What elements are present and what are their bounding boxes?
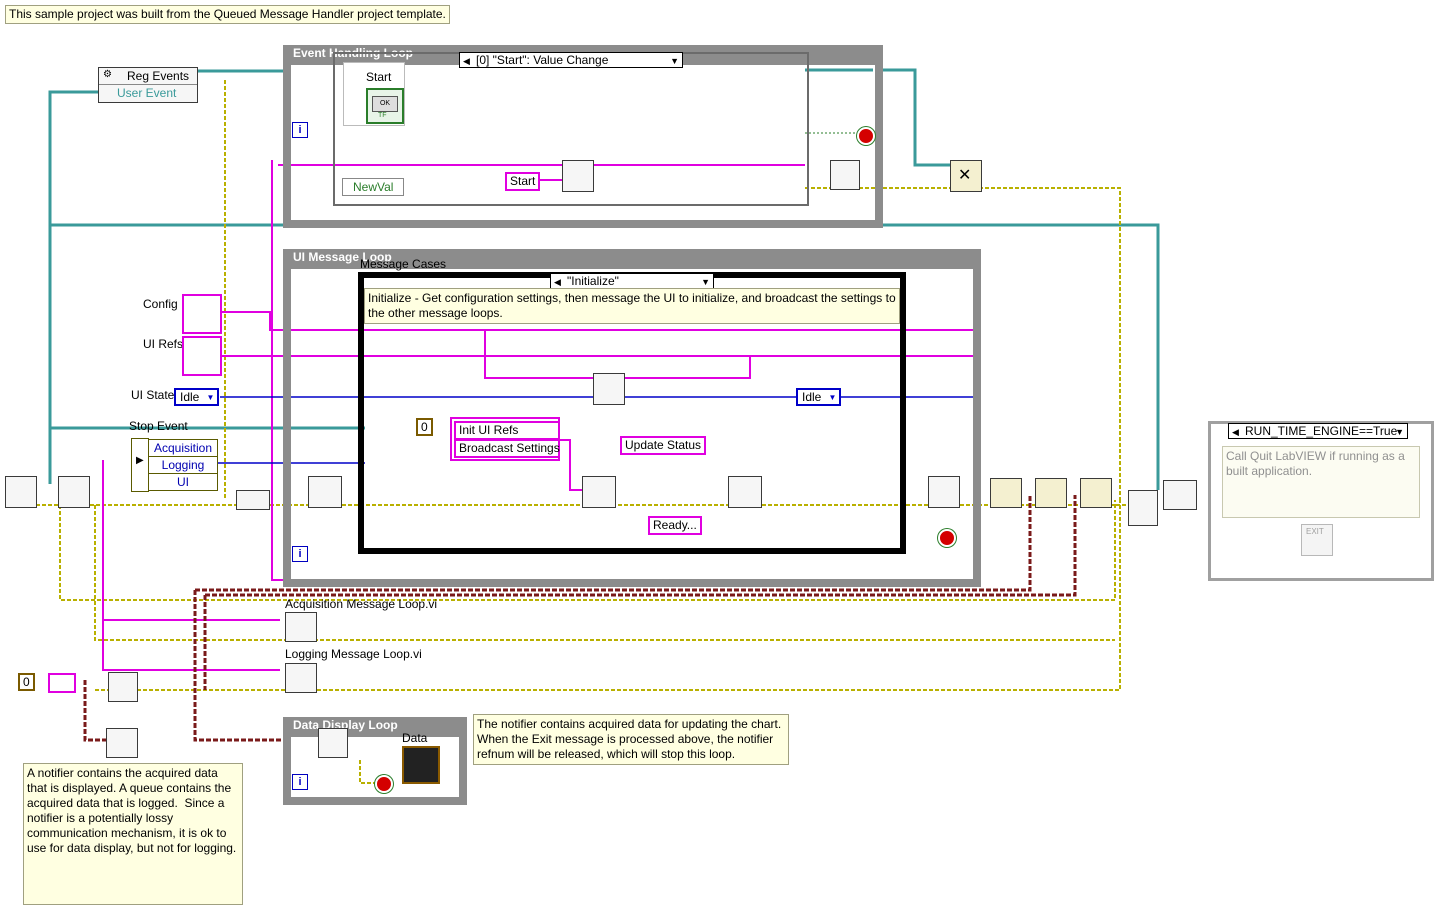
obtain-notifier-node[interactable] (106, 728, 138, 758)
cluster-item-logging: Logging (149, 457, 217, 474)
destroy-user-event-node[interactable] (1163, 480, 1197, 510)
data-display-iteration-terminal: i (292, 774, 308, 790)
start-string-constant[interactable]: Start (505, 172, 541, 191)
event-case-selector[interactable]: ◀ [0] "Start": Value Change ▼ (459, 52, 683, 68)
header-note: This sample project was built from the Q… (5, 5, 450, 24)
acquisition-subvi[interactable] (285, 612, 317, 642)
left-arrow-icon: ◀ (554, 277, 561, 287)
ui-loop-iteration-terminal: i (292, 546, 308, 562)
close-icon: ✕ (958, 167, 972, 184)
reg-events-label: Reg Events (127, 69, 190, 83)
logging-subvi[interactable] (285, 663, 317, 693)
zero-constant[interactable]: 0 (416, 418, 433, 436)
update-status-constant[interactable]: Update Status (620, 436, 707, 455)
initialize-description: Initialize - Get configuration settings,… (364, 288, 900, 324)
data-loop-stop-terminal[interactable] (375, 775, 393, 793)
start-button-terminal[interactable]: OK TF (366, 88, 404, 124)
bundle-node[interactable]: ▶ (131, 438, 149, 492)
reg-events-header: ⚙ Reg Events (99, 68, 197, 85)
error-handler-node[interactable] (830, 160, 860, 190)
chevron-down-icon: ▼ (670, 56, 679, 66)
data-chart-terminal[interactable] (402, 746, 440, 784)
wait-on-notification-node[interactable] (318, 728, 348, 758)
ui-refs-terminal[interactable] (182, 336, 222, 376)
user-event-label: User Event (117, 86, 177, 100)
arrow-right-icon: ▶ (136, 455, 144, 466)
ui-refs-label: UI Refs (143, 337, 184, 351)
chevron-down-icon: ▼ (701, 277, 710, 287)
bottom-note: A notifier contains the acquired data th… (23, 763, 243, 905)
notifier-type-constant[interactable] (48, 673, 76, 693)
ui-state-label: UI State (131, 388, 175, 402)
create-user-event-node[interactable] (5, 476, 37, 508)
cluster-item-ui: UI (177, 475, 189, 489)
merge-errors-node[interactable] (236, 490, 270, 510)
ui-case-selector[interactable]: ◀ "Initialize" ▼ (550, 273, 714, 289)
release-queue-node[interactable]: ✕ (950, 160, 982, 192)
ok-button[interactable]: OK (372, 96, 398, 112)
event-loop-iteration-terminal: i (292, 122, 308, 138)
ui-state-terminal[interactable]: Idle (174, 388, 220, 406)
conditional-note: Call Quit LabVIEW if running as a built … (1222, 446, 1420, 518)
merge-errors-final-node[interactable] (1128, 490, 1158, 526)
enqueue-init-node[interactable] (582, 476, 616, 508)
string-array-constant[interactable]: Init UI Refs Broadcast Settings (450, 417, 560, 461)
left-arrow-icon: ◀ (463, 56, 470, 66)
message-cases-label: Message Cases (360, 257, 447, 271)
quit-labview-node[interactable]: EXIT (1301, 524, 1333, 556)
enqueue-message-node[interactable] (562, 160, 594, 192)
idle-enum-constant[interactable]: Idle (796, 388, 842, 406)
init-ui-refs-item[interactable]: Init UI Refs (454, 421, 560, 440)
tf-label: TF (378, 112, 387, 119)
release-queue-node-1[interactable] (990, 478, 1022, 508)
notifier-note: The notifier contains acquired data for … (473, 714, 789, 765)
chevron-down-icon: ▼ (1395, 427, 1404, 437)
obtain-queue-node[interactable] (108, 672, 138, 702)
logging-subvi-label: Logging Message Loop.vi (285, 647, 422, 661)
config-terminal[interactable] (182, 294, 222, 334)
config-label: Config (143, 297, 178, 311)
cluster-item-acquisition: Acquisition (149, 440, 217, 457)
reg-events-node[interactable]: ⚙ Reg Events User Event (98, 67, 198, 103)
release-notifier-node[interactable] (1080, 478, 1112, 508)
newval-node: NewVal (342, 178, 404, 196)
event-icon: ⚙ (103, 69, 112, 80)
conditional-selector[interactable]: ◀ RUN_TIME_ENGINE==True ▼ (1228, 423, 1408, 439)
event-loop-stop-terminal[interactable] (857, 127, 875, 145)
obtain-queues-node[interactable] (58, 476, 90, 508)
start-label: Start (366, 70, 392, 84)
ready-constant[interactable]: Ready... (648, 516, 702, 535)
ui-loop-stop-terminal[interactable] (938, 529, 956, 547)
ui-error-handler-node[interactable] (928, 476, 960, 508)
release-queue-node-2[interactable] (1035, 478, 1067, 508)
dequeue-message-node[interactable] (308, 476, 342, 508)
acquisition-subvi-label: Acquisition Message Loop.vi (285, 597, 438, 611)
bottom-zero-constant[interactable]: 0 (18, 673, 35, 691)
message-queues-cluster[interactable]: Acquisition Logging UI (148, 439, 218, 491)
enqueue-status-node[interactable] (728, 476, 762, 508)
stop-event-label: Stop Event (129, 419, 188, 433)
broadcast-settings-node[interactable] (593, 373, 625, 405)
data-label: Data (402, 731, 428, 745)
broadcast-settings-item[interactable]: Broadcast Settings (454, 439, 560, 458)
left-arrow-icon: ◀ (1232, 427, 1239, 437)
